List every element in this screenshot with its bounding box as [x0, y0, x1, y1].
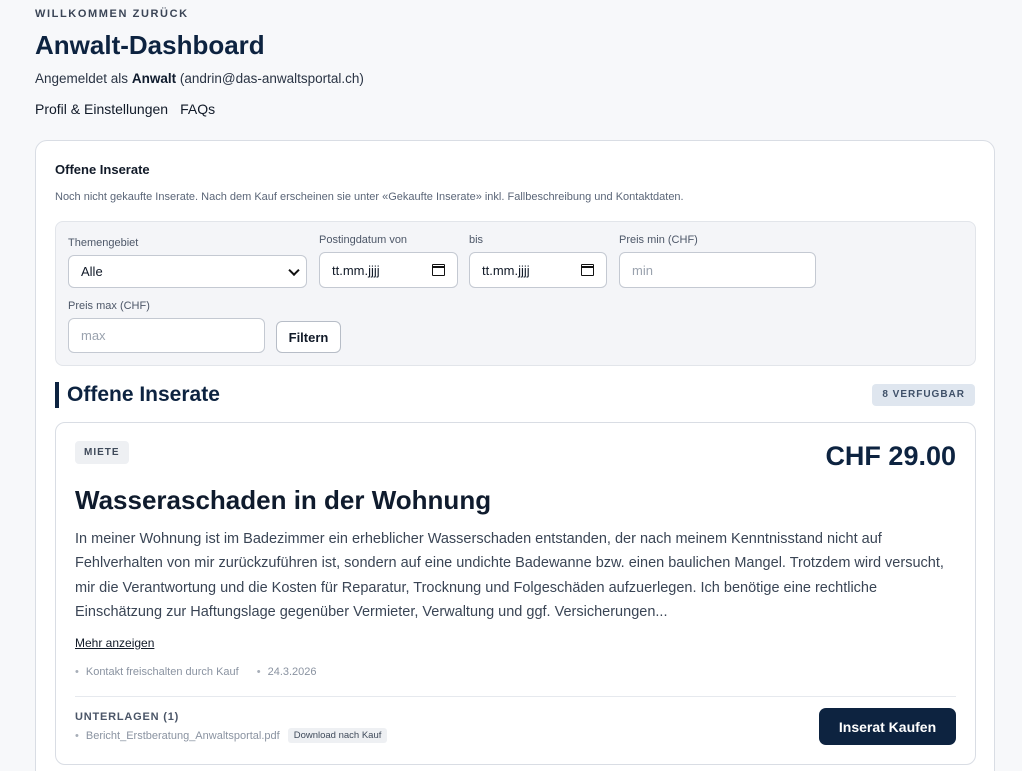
available-count-badge: 8 VERFUGBAR: [872, 384, 975, 406]
filter-box: Themengebiet Alle Postingdatum von tt.mm…: [55, 221, 976, 366]
nav-profile-settings[interactable]: Profil & Einstellungen: [35, 101, 168, 117]
listing-title: Wasseraschaden in der Wohnung: [75, 485, 492, 515]
nav-faqs[interactable]: FAQs: [180, 101, 215, 117]
date-from-value: tt.mm.jjjj: [332, 262, 380, 278]
user-role: Anwalt: [131, 71, 177, 86]
panel-subtitle: Noch nicht gekaufte Inserate. Nach dem K…: [55, 191, 684, 203]
open-listings-panel: Offene Inserate Noch nicht gekaufte Inse…: [35, 140, 995, 771]
price-min-placeholder: min: [632, 262, 653, 278]
price-min-label: Preis min (CHF): [619, 234, 698, 246]
meta-contact-info: Kontakt freischalten durch Kauf: [75, 666, 239, 678]
topic-select[interactable]: Alle: [68, 255, 307, 288]
download-locked-badge: Download nach Kauf: [287, 728, 388, 743]
page-title: Anwalt-Dashboard: [35, 30, 265, 60]
listings-section-title: Offene Inserate: [55, 382, 220, 408]
meta-date: 24.3.2026: [257, 666, 317, 678]
show-more-link[interactable]: Mehr anzeigen: [75, 636, 154, 650]
user-email: (andrin@das-anwaltsportal.ch): [179, 71, 364, 86]
chevron-down-icon: [288, 264, 300, 276]
signed-in-info: Angemeldet als Anwalt (andrin@das-anwalt…: [35, 71, 364, 86]
calendar-icon[interactable]: [581, 264, 594, 276]
panel-title: Offene Inserate: [55, 162, 150, 177]
price-max-input[interactable]: max: [68, 318, 265, 353]
price-min-input[interactable]: min: [619, 252, 816, 288]
date-to-input[interactable]: tt.mm.jjjj: [469, 252, 607, 288]
topic-label: Themengebiet: [68, 237, 139, 249]
listing-card: MIETE CHF 29.00 Wasseraschaden in der Wo…: [55, 422, 976, 765]
date-to-value: tt.mm.jjjj: [482, 262, 530, 278]
calendar-icon[interactable]: [432, 264, 445, 276]
eyebrow-text: WILLKOMMEN ZURÜCK: [35, 8, 189, 20]
top-nav: Profil & Einstellungen FAQs: [35, 101, 215, 117]
topic-select-value: Alle: [81, 264, 103, 279]
signed-in-prefix: Angemeldet als: [35, 71, 129, 86]
document-filename: Bericht_Erstberatung_Anwaltsportal.pdf: [75, 730, 280, 742]
card-divider: [75, 696, 956, 697]
category-tag: MIETE: [75, 441, 129, 464]
documents-label: UNTERLAGEN (1): [75, 711, 180, 723]
price-max-label: Preis max (CHF): [68, 300, 150, 312]
listing-price: CHF 29.00: [825, 441, 956, 471]
listing-description: In meiner Wohnung ist im Badezimmer ein …: [75, 531, 944, 620]
price-max-placeholder: max: [81, 328, 106, 343]
filter-button[interactable]: Filtern: [276, 321, 341, 353]
date-to-label: bis: [469, 234, 484, 246]
document-row: Bericht_Erstberatung_Anwaltsportal.pdf D…: [75, 728, 388, 743]
listing-meta: Kontakt freischalten durch Kauf 24.3.202…: [75, 666, 317, 678]
date-from-label: Postingdatum von: [319, 234, 408, 246]
buy-listing-button[interactable]: Inserat Kaufen: [819, 708, 956, 745]
date-from-input[interactable]: tt.mm.jjjj: [319, 252, 458, 288]
